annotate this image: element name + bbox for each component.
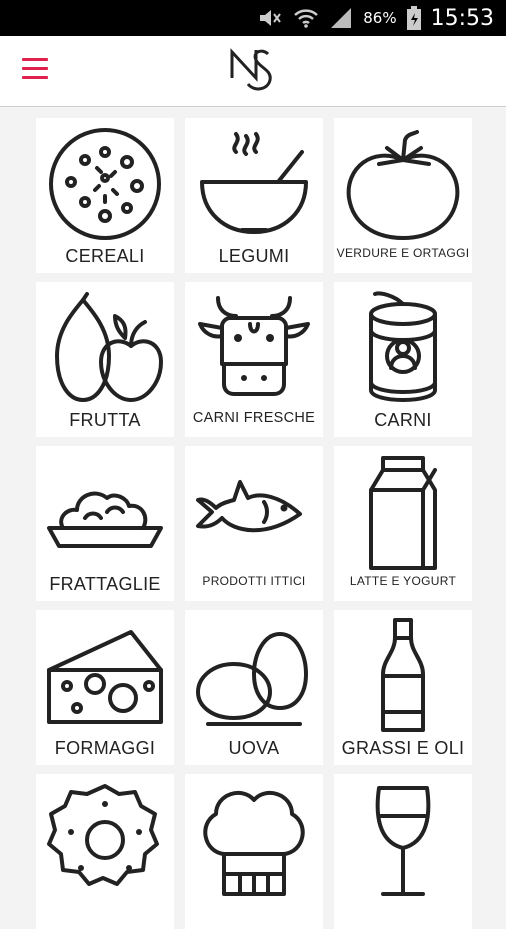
category-tile[interactable] [36,774,174,929]
category-tile[interactable]: CEREALI [36,118,174,273]
category-tile[interactable] [334,774,472,929]
category-label: LATTE E YOGURT [349,574,457,588]
status-bar: 86% 15:53 [0,0,506,36]
clock: 15:53 [430,5,494,31]
category-label: PRODOTTI ITTICI [202,574,306,588]
chef-hat-icon [203,790,305,896]
category-label: FRATTAGLIE [49,574,161,594]
category-tile[interactable]: LEGUMI [185,118,323,273]
category-tile[interactable] [185,774,323,929]
dish-icon [47,491,163,548]
hamburger-menu-icon[interactable] [22,58,48,82]
category-tile[interactable]: FRATTAGLIE [36,446,174,601]
category-tile[interactable]: VERDURE E ORTAGGI [334,118,472,273]
category-tile[interactable]: UOVA [185,610,323,765]
category-label: FORMAGGI [54,738,156,758]
category-tile[interactable]: GRASSI E OLI [334,610,472,765]
cow-icon [198,296,310,396]
can-icon [369,291,437,402]
bowl-icon [200,132,308,234]
eggs-icon [196,632,308,726]
wine-glass-icon [375,786,431,896]
wifi-icon [294,9,319,28]
category-tile[interactable]: LATTE E YOGURT [334,446,472,601]
category-label: UOVA [228,738,280,758]
category-tile[interactable]: PRODOTTI ITTICI [185,446,323,601]
donut-icon [47,784,159,886]
category-label: FRUTTA [69,410,141,430]
battery-icon [406,6,421,30]
pear-apple-icon [55,292,163,402]
category-tile[interactable]: CARNI [334,282,472,437]
category-tile[interactable]: FRUTTA [36,282,174,437]
tomato-icon [346,130,460,240]
battery-percent: 86% [363,9,397,27]
app-bar [0,36,506,107]
category-label: CEREALI [65,246,145,266]
cheese-icon [47,630,163,724]
fish-icon [196,480,302,533]
category-label: VERDURE E ORTAGGI [336,246,470,260]
category-label: GRASSI E OLI [341,738,465,758]
category-tile[interactable]: CARNI FRESCHE [185,282,323,437]
category-label: LEGUMI [218,246,290,266]
bottle-icon [381,618,425,732]
signal-icon [331,8,352,28]
ns-logo-icon[interactable] [226,44,280,96]
milk-carton-icon [369,456,437,570]
category-tile[interactable]: FORMAGGI [36,610,174,765]
mute-icon [260,10,282,26]
category-label: CARNI FRESCHE [192,410,316,426]
pizza-icon [49,128,161,240]
category-label: CARNI [374,410,432,430]
